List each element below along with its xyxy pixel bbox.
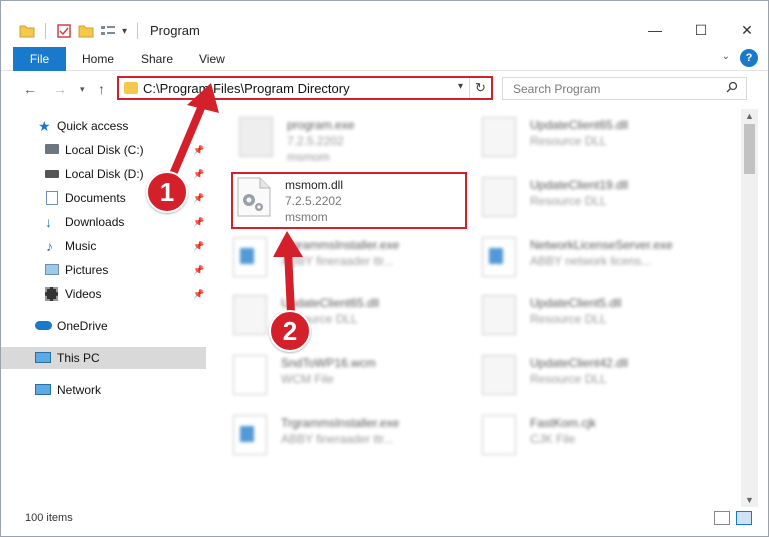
step-1-badge: 1 — [146, 171, 188, 213]
explorer-window: ▾ Program — ☐ ✕ File Home Share View ⌄ ?… — [0, 0, 769, 537]
annotation-arrows — [167, 83, 303, 317]
step-2-badge: 2 — [269, 310, 311, 352]
